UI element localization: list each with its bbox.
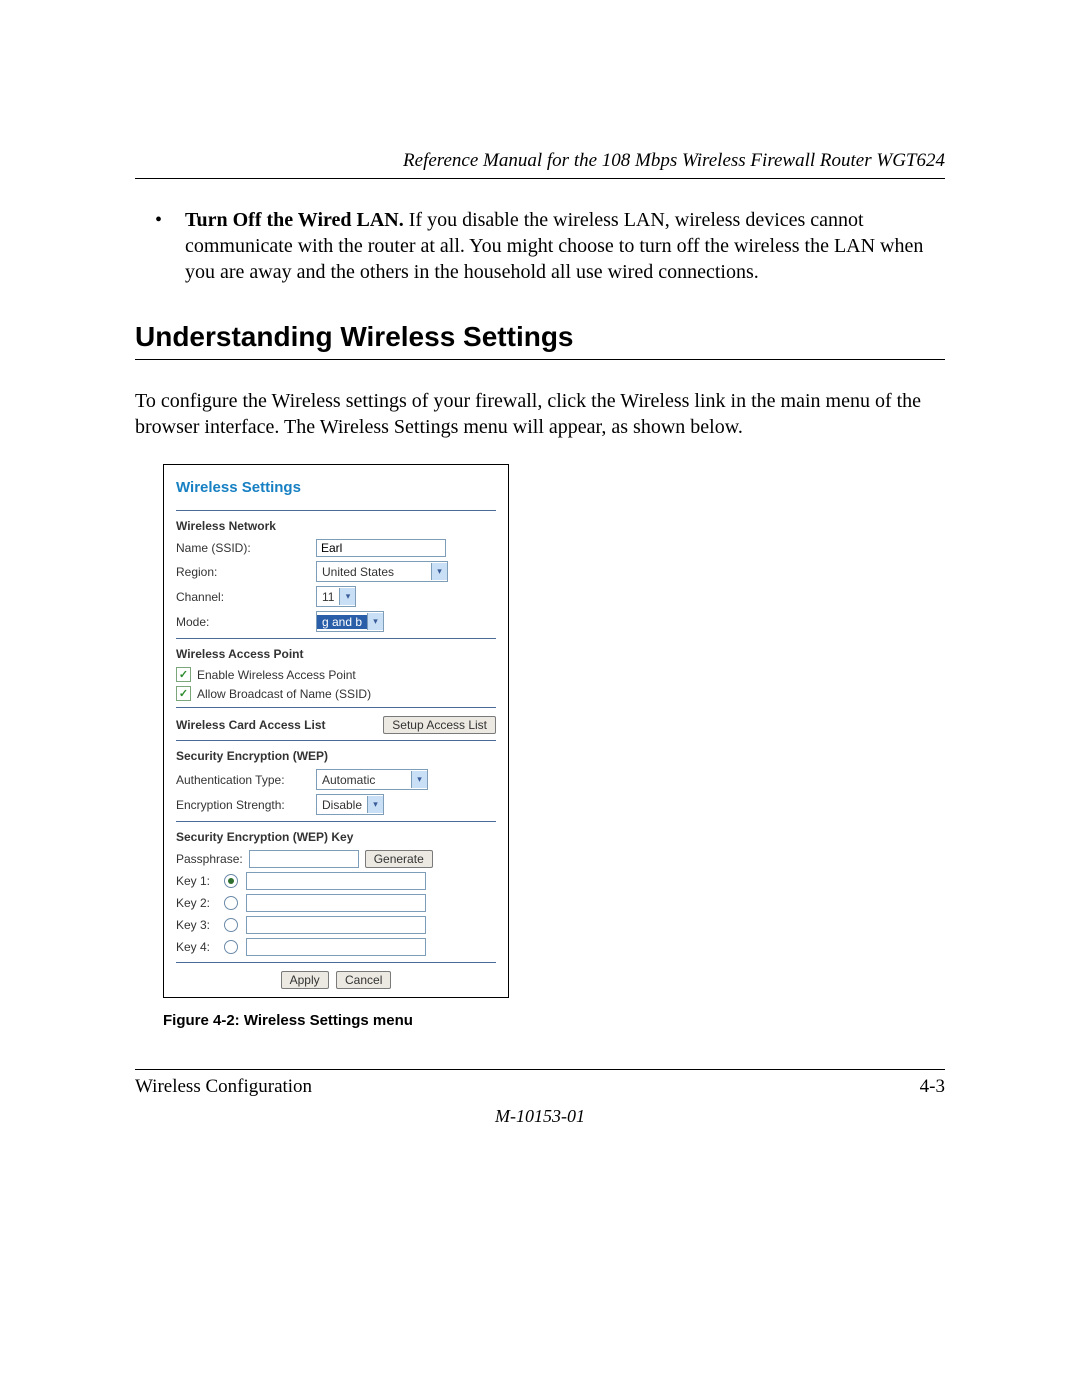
region-select[interactable]: United States ▾ xyxy=(316,561,448,582)
channel-select[interactable]: 11 ▾ xyxy=(316,586,356,607)
key4-radio[interactable] xyxy=(224,940,238,954)
divider xyxy=(176,962,496,963)
mode-label: Mode: xyxy=(176,615,316,629)
broadcast-ssid-label: Allow Broadcast of Name (SSID) xyxy=(197,687,371,701)
key4-input[interactable] xyxy=(246,938,426,956)
key3-input[interactable] xyxy=(246,916,426,934)
auth-type-select[interactable]: Automatic ▾ xyxy=(316,769,428,790)
key3-label: Key 3: xyxy=(176,918,224,932)
channel-label: Channel: xyxy=(176,590,316,604)
footer-doc-number: M-10153-01 xyxy=(135,1106,945,1127)
mode-select[interactable]: g and b ▾ xyxy=(316,611,384,632)
key1-label: Key 1: xyxy=(176,874,224,888)
enc-strength-label: Encryption Strength: xyxy=(176,798,316,812)
generate-button[interactable]: Generate xyxy=(365,850,433,868)
divider xyxy=(176,510,496,511)
key1-input[interactable] xyxy=(246,872,426,890)
panel-title: Wireless Settings xyxy=(176,479,496,496)
ssid-label: Name (SSID): xyxy=(176,541,316,555)
enc-strength-value: Disable xyxy=(317,798,367,812)
key3-radio[interactable] xyxy=(224,918,238,932)
enable-ap-checkbox[interactable]: ✓ xyxy=(176,667,191,682)
mode-value: g and b xyxy=(317,615,367,629)
wep-key-heading: Security Encryption (WEP) Key xyxy=(176,830,496,844)
manual-header: Reference Manual for the 108 Mbps Wirele… xyxy=(135,150,945,179)
wireless-network-heading: Wireless Network xyxy=(176,519,496,533)
chevron-down-icon: ▾ xyxy=(367,796,383,813)
bullet-marker: • xyxy=(155,207,185,285)
bullet-item: • Turn Off the Wired LAN. If you disable… xyxy=(155,207,945,285)
divider xyxy=(176,707,496,708)
intro-paragraph: To configure the Wireless settings of yo… xyxy=(135,388,945,440)
divider xyxy=(176,821,496,822)
key4-label: Key 4: xyxy=(176,940,224,954)
auth-type-label: Authentication Type: xyxy=(176,773,316,787)
wep-heading: Security Encryption (WEP) xyxy=(176,749,496,763)
chevron-down-icon: ▾ xyxy=(431,563,447,580)
wireless-settings-panel: Wireless Settings Wireless Network Name … xyxy=(163,464,509,998)
setup-access-list-button[interactable]: Setup Access List xyxy=(383,716,496,734)
enable-ap-label: Enable Wireless Access Point xyxy=(197,668,356,682)
divider xyxy=(176,740,496,741)
key2-radio[interactable] xyxy=(224,896,238,910)
section-heading: Understanding Wireless Settings xyxy=(135,321,945,360)
wireless-ap-heading: Wireless Access Point xyxy=(176,647,496,661)
chevron-down-icon: ▾ xyxy=(339,588,355,605)
ssid-input[interactable] xyxy=(316,539,446,557)
passphrase-label: Passphrase: xyxy=(176,852,243,866)
chevron-down-icon: ▾ xyxy=(411,771,427,788)
chevron-down-icon: ▾ xyxy=(367,613,383,630)
key2-input[interactable] xyxy=(246,894,426,912)
auth-type-value: Automatic xyxy=(317,773,411,787)
acl-heading: Wireless Card Access List xyxy=(176,718,326,732)
cancel-button[interactable]: Cancel xyxy=(336,971,391,989)
region-value: United States xyxy=(317,565,431,579)
enc-strength-select[interactable]: Disable ▾ xyxy=(316,794,384,815)
key1-radio[interactable] xyxy=(224,874,238,888)
figure-caption: Figure 4-2: Wireless Settings menu xyxy=(163,1012,945,1029)
footer-section: Wireless Configuration xyxy=(135,1076,312,1098)
broadcast-ssid-checkbox[interactable]: ✓ xyxy=(176,686,191,701)
divider xyxy=(176,638,496,639)
channel-value: 11 xyxy=(317,590,339,604)
region-label: Region: xyxy=(176,565,316,579)
key2-label: Key 2: xyxy=(176,896,224,910)
passphrase-input[interactable] xyxy=(249,850,359,868)
apply-button[interactable]: Apply xyxy=(281,971,329,989)
bullet-lead: Turn Off the Wired LAN. xyxy=(185,209,404,231)
footer-page-number: 4-3 xyxy=(920,1076,945,1098)
